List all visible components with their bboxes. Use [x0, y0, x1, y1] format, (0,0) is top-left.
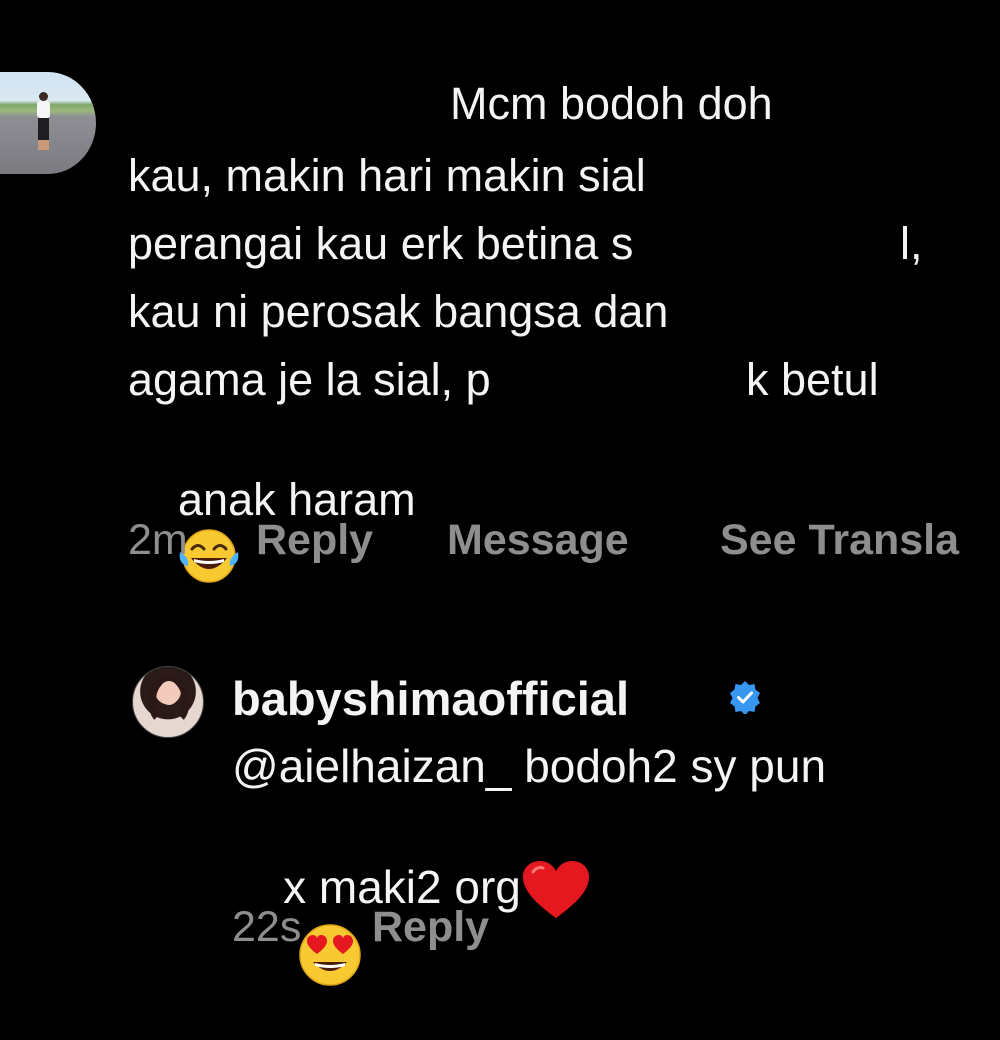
comment-item-1: Mcm bodoh doh kau, makin hari makin sial… — [0, 0, 1000, 600]
comment-text-line-2: kau, makin hari makin sial — [128, 150, 646, 201]
commenter-avatar[interactable] — [0, 72, 96, 174]
reply-button[interactable]: Reply — [256, 515, 373, 565]
red-heart-emoji — [522, 861, 589, 918]
comment-text-line-3a: perangai kau erk betina s — [128, 218, 634, 269]
comment-text-line-3b: l, — [900, 218, 923, 269]
heart-eyes-emoji — [299, 924, 361, 986]
message-button[interactable]: Message — [447, 515, 629, 565]
comment-text-line-5a: agama je la sial, p — [128, 354, 491, 405]
reply-timestamp: 22s — [232, 903, 302, 951]
username-link[interactable]: babyshimaofficial — [232, 672, 629, 726]
reply-text-line-1: @aielhaizan_ bodoh2 sy pun — [232, 740, 827, 792]
comment-item-2: babyshimaofficial @aielhaizan_ bodoh2 sy… — [0, 640, 1000, 1000]
see-translation-button[interactable]: See Transla — [720, 515, 959, 565]
comment-text-line-5b: k betul — [746, 354, 879, 405]
comment-text-line-1: Mcm bodoh doh — [450, 78, 773, 129]
comment-text-line-4: kau ni perosak bangsa dan — [128, 286, 669, 337]
comment-timestamp: 2m — [128, 516, 188, 564]
verified-badge-icon — [730, 681, 760, 714]
commenter-avatar[interactable] — [132, 666, 204, 738]
avatar-person-figure — [36, 92, 50, 152]
reply-button[interactable]: Reply — [372, 902, 489, 952]
